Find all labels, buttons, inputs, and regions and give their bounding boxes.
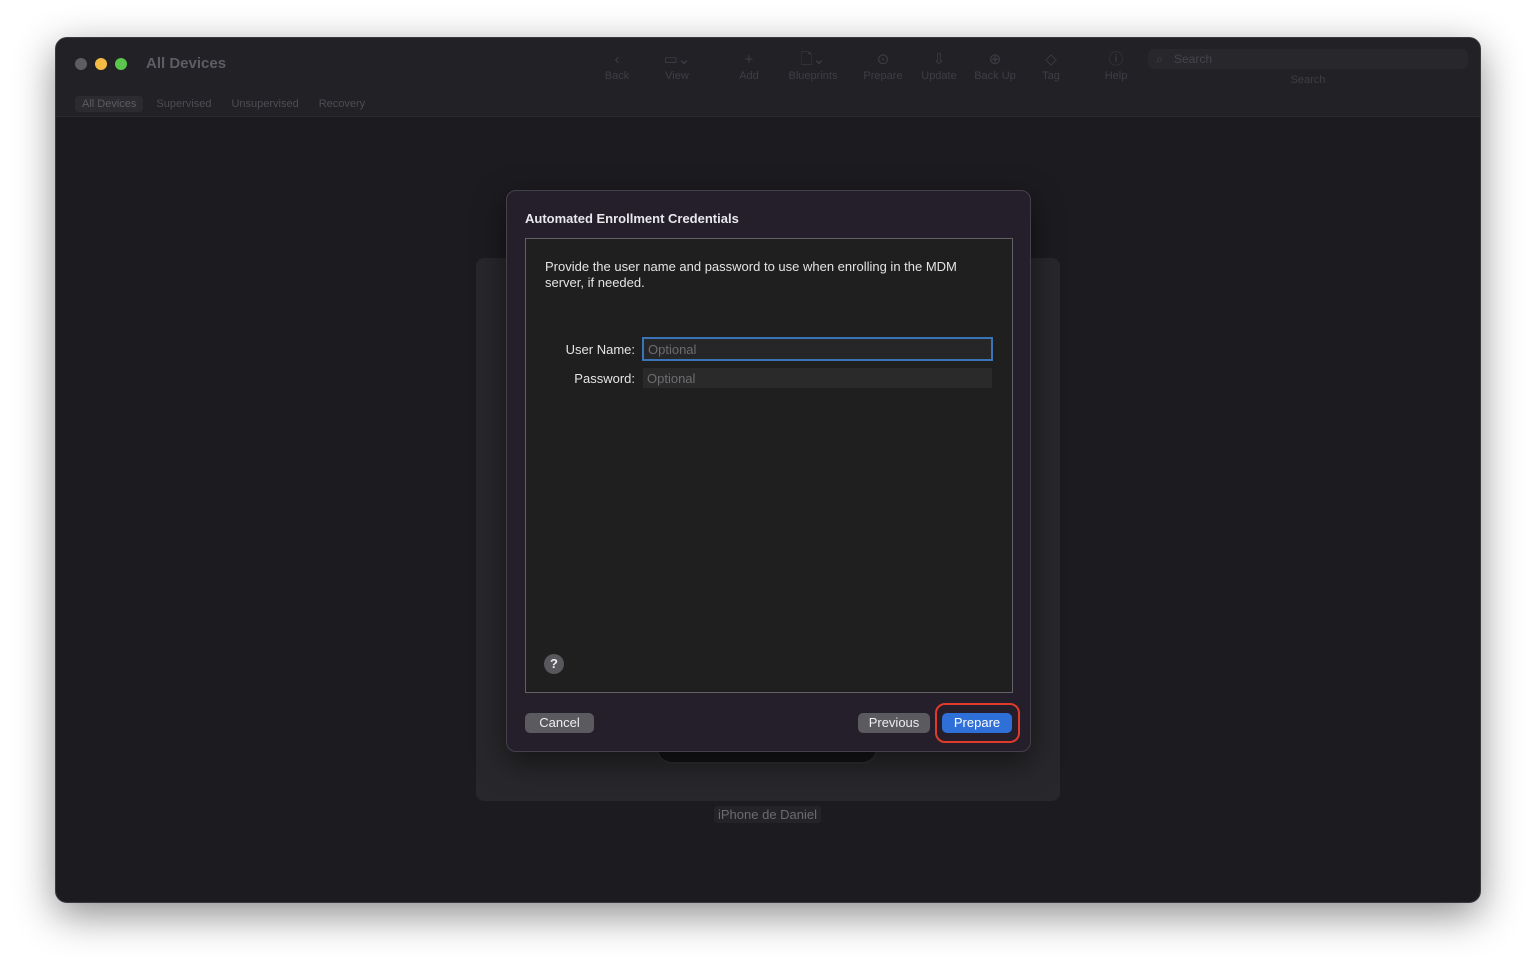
toolbar-label: Prepare	[863, 70, 903, 82]
toolbar-blueprints-button[interactable]: 🗋⌄ Blueprints	[778, 50, 848, 82]
toolbar-tag-button[interactable]: ◇ Tag	[1016, 50, 1086, 82]
toolbar-label: Back Up	[974, 70, 1016, 82]
toolbar-label: View	[665, 70, 689, 82]
toolbar-label: Back	[604, 70, 630, 82]
window-title: All Devices	[146, 55, 227, 72]
tag-icon: ◇	[1045, 51, 1057, 68]
password-label: Password:	[574, 371, 635, 386]
view-icon: ▭⌄	[663, 51, 691, 68]
device-name[interactable]: iPhone de Daniel	[714, 806, 822, 823]
toolbar-label: Blueprints	[788, 70, 838, 82]
tab-all-devices[interactable]: All Devices	[75, 96, 144, 112]
filter-tabs: All Devices Supervised Unsupervised Reco…	[75, 96, 372, 112]
highlight-annotation	[935, 703, 1020, 743]
previous-button[interactable]: Previous	[858, 713, 930, 733]
help-button[interactable]: ?	[544, 654, 564, 674]
tab-recovery[interactable]: Recovery	[312, 96, 372, 112]
toolbar-help-button[interactable]: ⓘ Help	[1081, 50, 1151, 82]
toolbar-label: Help	[1104, 70, 1128, 82]
toolbar-label: Tag	[1042, 70, 1060, 82]
toolbar-add-button[interactable]: + Add	[714, 50, 784, 82]
toolbar-label: Update	[921, 70, 957, 82]
titlebar: All Devices ‹ Back ▭⌄ View + Add 🗋⌄ Blueprin…	[56, 38, 1480, 117]
search-placeholder: Search	[1174, 52, 1213, 66]
zoom-window-button[interactable]	[115, 58, 127, 70]
tab-unsupervised[interactable]: Unsupervised	[224, 96, 305, 112]
dialog-title: Automated Enrollment Credentials	[525, 211, 739, 226]
tab-supervised[interactable]: Supervised	[149, 96, 218, 112]
plus-icon: +	[744, 51, 754, 68]
help-icon: ⓘ	[1108, 51, 1124, 68]
enrollment-credentials-dialog: Automated Enrollment Credentials Provide…	[506, 190, 1031, 752]
search-label: Search	[1290, 74, 1326, 86]
toolbar-label: Add	[739, 70, 759, 82]
cancel-button[interactable]: Cancel	[525, 713, 594, 733]
password-field[interactable]	[643, 368, 992, 388]
app-window: All Devices ‹ Back ▭⌄ View + Add 🗋⌄ Blueprin…	[55, 37, 1481, 903]
blueprint-icon: 🗋⌄	[800, 51, 826, 68]
toolbar-view-button[interactable]: ▭⌄ View	[642, 50, 712, 82]
dialog-content: Provide the user name and password to us…	[525, 238, 1013, 693]
search-icon: ⌕	[1156, 52, 1163, 66]
search-input[interactable]: ⌕ Search	[1148, 49, 1468, 69]
username-label: User Name:	[565, 342, 635, 357]
close-window-button[interactable]	[75, 58, 87, 70]
dialog-description: Provide the user name and password to us…	[545, 259, 957, 290]
minimize-window-button[interactable]	[95, 58, 107, 70]
username-field[interactable]	[642, 337, 993, 361]
